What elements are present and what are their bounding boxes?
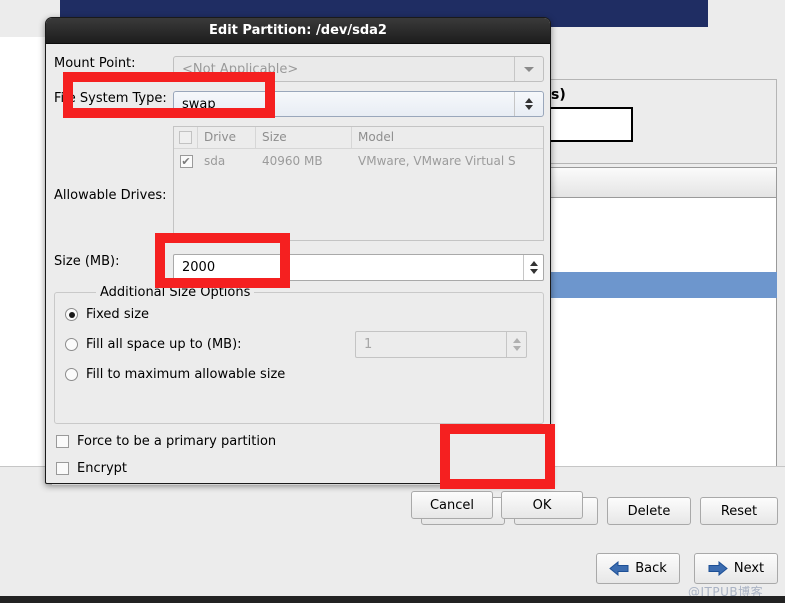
radio-fill-all-space-label: Fill all space up to (MB): [86, 337, 242, 352]
mount-point-row: Mount Point: <Not Applicable> [54, 56, 544, 82]
checkbox-checked-icon[interactable]: ✔ [179, 154, 193, 168]
drives-select-all-header[interactable] [174, 127, 198, 148]
radio-fill-maximum-label: Fill to maximum allowable size [86, 367, 286, 382]
cell-size: 40960 MB [262, 154, 323, 168]
arrow-left-icon [609, 561, 629, 576]
size-input[interactable]: 2000 [173, 254, 544, 281]
partial-label: s) [551, 87, 566, 103]
radio-selected-icon[interactable] [65, 308, 78, 321]
radio-fixed-size-label: Fixed size [86, 307, 150, 322]
size-label: Size (MB): [54, 254, 120, 269]
size-value: 2000 [182, 260, 216, 275]
size-row: Size (MB): 2000 [54, 254, 544, 281]
updown-arrows-icon[interactable] [514, 92, 543, 116]
column-header-size[interactable]: Size [256, 127, 352, 148]
radio-fixed-size[interactable]: Fixed size [65, 307, 149, 322]
allowable-drives-table[interactable]: Drive Size Model ✔ sda 40960 MB VMware, … [173, 126, 544, 241]
radio-fill-maximum[interactable]: Fill to maximum allowable size [65, 367, 285, 382]
additional-size-options-group: Fixed size Fill all space up to (MB): 1 … [54, 292, 544, 424]
additional-size-options-title: Additional Size Options [96, 285, 255, 300]
next-button-label: Next [733, 561, 765, 576]
checkbox-encrypt[interactable]: Encrypt [56, 461, 127, 476]
spinner-arrows-icon[interactable] [506, 332, 526, 357]
table-row[interactable]: ✔ sda 40960 MB VMware, VMware Virtual S [174, 149, 543, 173]
fill-up-to-value: 1 [364, 337, 373, 352]
file-system-type-combo[interactable]: swap [173, 91, 544, 117]
cancel-button[interactable]: Cancel [411, 491, 493, 519]
row-checkbox-cell[interactable]: ✔ [174, 149, 198, 173]
column-header-drive[interactable]: Drive [198, 127, 256, 148]
mount-point-value: <Not Applicable> [182, 61, 299, 77]
next-button[interactable]: Next [694, 553, 778, 584]
dialog-separator [52, 484, 544, 485]
radio-unselected-icon[interactable] [65, 368, 78, 381]
file-system-type-row: File System Type: swap [54, 91, 544, 117]
checkbox-icon[interactable] [56, 462, 69, 475]
fill-up-to-input[interactable]: 1 [355, 331, 527, 358]
file-system-type-value: swap [182, 96, 216, 112]
radio-unselected-icon[interactable] [65, 338, 78, 351]
mount-point-combo[interactable]: <Not Applicable> [173, 56, 544, 82]
checkbox-icon[interactable] [56, 435, 69, 448]
checkbox-encrypt-label: Encrypt [77, 461, 127, 476]
cell-drive: sda [204, 154, 226, 168]
screen: s) ▽Hard ▽sc Create Edit Delete Reset [0, 0, 785, 603]
ok-button[interactable]: OK [501, 491, 583, 519]
allowable-drives-label: Allowable Drives: [54, 188, 167, 203]
spinner-arrows-icon[interactable] [523, 255, 543, 280]
back-button-label: Back [635, 561, 667, 576]
back-button[interactable]: Back [596, 553, 680, 584]
dialog-title-bar: Edit Partition: /dev/sda2 [46, 18, 550, 44]
checkbox-force-primary[interactable]: Force to be a primary partition [56, 434, 276, 449]
allowable-drives-row: Allowable Drives: Drive Size Model ✔ sda… [54, 126, 544, 241]
delete-button[interactable]: Delete [607, 497, 691, 525]
checkbox-force-primary-label: Force to be a primary partition [77, 434, 277, 449]
mount-point-label: Mount Point: [54, 56, 136, 71]
checkbox-icon[interactable] [179, 131, 192, 144]
file-system-type-label: File System Type: [54, 91, 167, 106]
column-header-model[interactable]: Model [352, 127, 543, 148]
dialog-body: Mount Point: <Not Applicable> File Syste… [46, 44, 583, 519]
radio-fill-all-space[interactable]: Fill all space up to (MB): [65, 337, 242, 352]
arrow-right-icon [708, 561, 728, 576]
drives-table-header: Drive Size Model [174, 127, 543, 149]
edit-partition-dialog: Edit Partition: /dev/sda2 Mount Point: <… [45, 17, 583, 519]
chevron-down-icon[interactable] [514, 57, 543, 81]
cell-model: VMware, VMware Virtual S [358, 154, 516, 168]
white-entry-box[interactable] [545, 107, 633, 142]
bottom-strip [0, 596, 785, 603]
reset-button[interactable]: Reset [700, 497, 778, 525]
